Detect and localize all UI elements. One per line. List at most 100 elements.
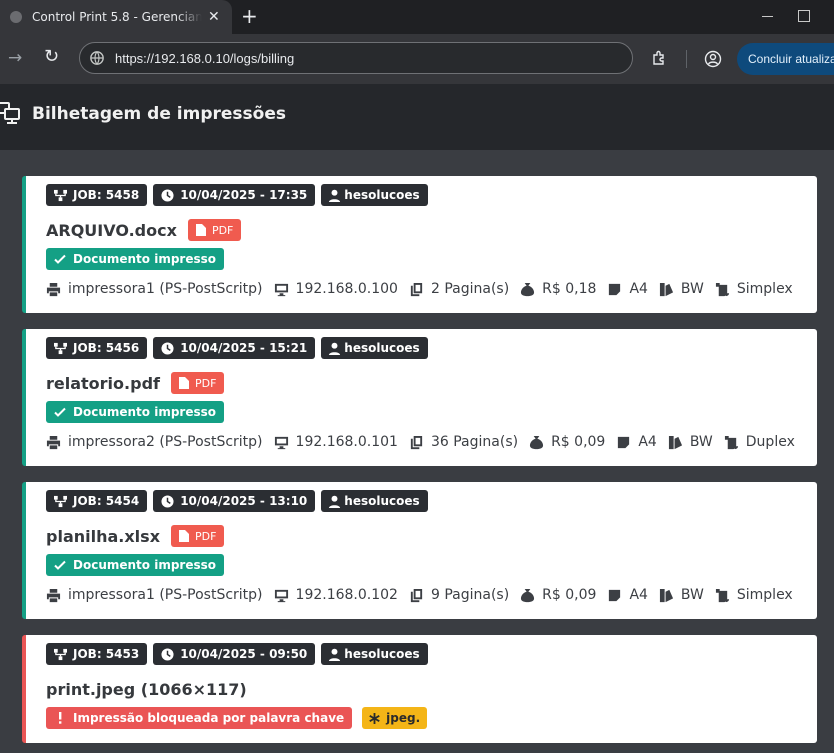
scroll-icon bbox=[715, 588, 729, 602]
network-printers-icon bbox=[0, 102, 20, 124]
user-icon bbox=[329, 495, 341, 508]
clock-icon bbox=[161, 341, 174, 355]
desktop-icon bbox=[274, 589, 288, 602]
note-icon bbox=[609, 589, 621, 601]
job-id-badge: JOB: 5454 bbox=[46, 490, 148, 512]
asterisk-icon bbox=[369, 712, 380, 724]
file-type-badge: PDF bbox=[170, 372, 225, 394]
copy-icon bbox=[410, 282, 423, 296]
scroll-icon bbox=[715, 282, 729, 296]
clock-icon bbox=[161, 494, 174, 508]
status-badge: Documento impresso bbox=[46, 248, 224, 270]
duplex-info: Simplex bbox=[715, 281, 793, 297]
check-icon bbox=[54, 407, 66, 417]
user-badge: hesolucoes bbox=[321, 337, 428, 359]
printer-info: impressora2 (PS-PostScritp) bbox=[46, 434, 263, 450]
datetime-badge: 10/04/2025 - 09:50 bbox=[153, 643, 316, 665]
user-badge: hesolucoes bbox=[321, 643, 428, 665]
sitemap-icon bbox=[54, 648, 67, 660]
reload-button[interactable]: ↻ bbox=[44, 46, 59, 67]
money-bag-icon bbox=[521, 588, 535, 602]
user-icon bbox=[329, 189, 341, 202]
profile-icon[interactable] bbox=[704, 50, 722, 68]
browser-tab[interactable]: Control Print 5.8 - Gerenciamento ✕ bbox=[0, 0, 232, 34]
maximize-button[interactable] bbox=[798, 10, 810, 22]
ip-info: 192.168.0.101 bbox=[274, 434, 398, 450]
forward-button[interactable]: → bbox=[8, 48, 22, 68]
pages-info: 36 Pagina(s) bbox=[409, 434, 518, 450]
url-text[interactable]: https://192.168.0.10/logs/billing bbox=[115, 51, 294, 66]
browser-tabbar: Control Print 5.8 - Gerenciamento ✕ + bbox=[0, 0, 834, 34]
app-header: Bilhetagem de impressões bbox=[0, 84, 834, 150]
user-badge: hesolucoes bbox=[321, 490, 428, 512]
desktop-icon bbox=[274, 436, 288, 449]
cost-info: R$ 0,09 bbox=[529, 434, 605, 450]
job-id-badge: JOB: 5458 bbox=[46, 184, 148, 206]
update-button[interactable]: Concluir atualização bbox=[737, 43, 834, 75]
tab-title: Control Print 5.8 - Gerenciamento bbox=[32, 10, 202, 24]
user-badge: hesolucoes bbox=[321, 184, 428, 206]
address-bar[interactable]: https://192.168.0.10/logs/billing bbox=[79, 42, 633, 74]
color-info: BW bbox=[659, 587, 704, 603]
minimize-button[interactable] bbox=[762, 16, 773, 17]
job-card: JOB: 5458 10/04/2025 - 17:35 hesolucoes … bbox=[22, 176, 817, 313]
page-title: Bilhetagem de impressões bbox=[32, 104, 286, 124]
pdf-file-icon bbox=[179, 530, 190, 542]
paper-info: A4 bbox=[616, 434, 657, 450]
printer-icon bbox=[46, 282, 61, 296]
exclamation-icon bbox=[59, 712, 62, 724]
pdf-file-icon bbox=[195, 224, 206, 236]
cost-info: R$ 0,09 bbox=[520, 587, 596, 603]
globe-icon bbox=[10, 11, 22, 23]
datetime-badge: 10/04/2025 - 13:10 bbox=[153, 490, 316, 512]
printer-icon bbox=[46, 435, 61, 449]
check-icon bbox=[54, 254, 66, 264]
money-bag-icon bbox=[521, 282, 535, 296]
printer-info: impressora1 (PS-PostScritp) bbox=[46, 281, 263, 297]
pages-info: 9 Pagina(s) bbox=[409, 587, 509, 603]
file-type-badge: PDF bbox=[171, 525, 225, 547]
job-card: JOB: 5453 10/04/2025 - 09:50 hesolucoes … bbox=[22, 635, 817, 743]
status-badge: Documento impresso bbox=[46, 554, 224, 576]
close-icon[interactable]: ✕ bbox=[208, 9, 220, 25]
user-icon bbox=[329, 342, 341, 355]
sitemap-icon bbox=[54, 495, 67, 507]
printer-info: impressora1 (PS-PostScritp) bbox=[46, 587, 263, 603]
file-name: relatorio.pdf bbox=[46, 373, 160, 393]
file-name: ARQUIVO.docx bbox=[46, 220, 177, 240]
file-type-badge: PDF bbox=[187, 219, 242, 241]
palette-icon bbox=[659, 588, 673, 602]
job-card: JOB: 5456 10/04/2025 - 15:21 hesolucoes … bbox=[22, 329, 817, 466]
site-info-icon[interactable] bbox=[90, 51, 104, 65]
paper-info: A4 bbox=[607, 281, 648, 297]
clock-icon bbox=[161, 188, 174, 202]
color-info: BW bbox=[668, 434, 713, 450]
palette-icon bbox=[659, 282, 673, 296]
note-icon bbox=[618, 436, 630, 448]
pdf-file-icon bbox=[178, 377, 189, 389]
clock-icon bbox=[161, 647, 174, 661]
datetime-badge: 10/04/2025 - 15:21 bbox=[153, 337, 316, 359]
job-id-badge: JOB: 5456 bbox=[46, 337, 148, 359]
copy-icon bbox=[410, 588, 423, 602]
new-tab-button[interactable]: + bbox=[241, 5, 258, 27]
file-name: print.jpeg (1066×117) bbox=[46, 679, 247, 699]
sitemap-icon bbox=[54, 342, 67, 354]
palette-icon bbox=[668, 435, 682, 449]
color-info: BW bbox=[659, 281, 704, 297]
pages-info: 2 Pagina(s) bbox=[409, 281, 509, 297]
datetime-badge: 10/04/2025 - 17:35 bbox=[153, 184, 316, 206]
extension-badge: jpeg. bbox=[362, 707, 428, 729]
ip-info: 192.168.0.102 bbox=[274, 587, 398, 603]
toolbar-divider bbox=[686, 50, 687, 68]
cost-info: R$ 0,18 bbox=[520, 281, 596, 297]
duplex-info: Simplex bbox=[715, 587, 793, 603]
user-icon bbox=[329, 648, 341, 661]
copy-icon bbox=[410, 435, 423, 449]
status-badge: Documento impresso bbox=[46, 401, 224, 423]
printer-icon bbox=[46, 588, 61, 602]
job-card: JOB: 5454 10/04/2025 - 13:10 hesolucoes … bbox=[22, 482, 817, 619]
money-bag-icon bbox=[530, 435, 544, 449]
extensions-icon[interactable] bbox=[651, 50, 667, 66]
sitemap-icon bbox=[54, 189, 67, 201]
